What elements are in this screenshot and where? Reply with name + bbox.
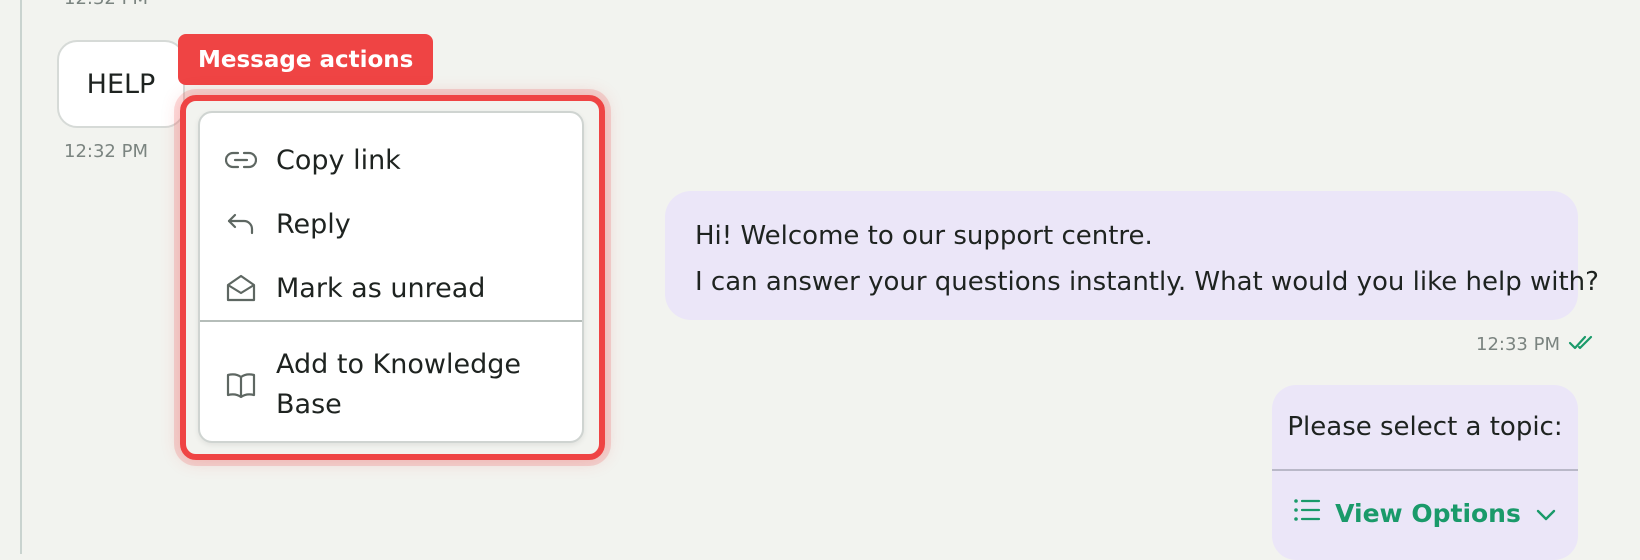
menu-divider (200, 320, 582, 322)
menu-item-copy-link[interactable]: Copy link (200, 130, 582, 190)
menu-item-label: Reply (276, 208, 351, 240)
menu-item-reply[interactable]: Reply (200, 194, 582, 254)
book-icon (224, 368, 258, 402)
message-bubble-topic: Please select a topic: View Options (1272, 385, 1578, 560)
timestamp-row: 12:33 PM (1476, 333, 1596, 356)
view-options-label: View Options (1335, 498, 1521, 528)
message-text: HELP (86, 68, 156, 100)
double-check-icon (1568, 333, 1596, 356)
menu-item-label: Copy link (276, 144, 401, 176)
menu-item-add-knowledge-base[interactable]: Add to Knowledge Base (200, 336, 582, 434)
envelope-open-icon (224, 271, 258, 305)
message-actions-menu: Copy link Reply Mark as unread Add to Kn… (198, 111, 584, 443)
message-text-line: I can answer your questions instantly. W… (695, 267, 1599, 297)
menu-item-label: Add to Knowledge Base (276, 349, 521, 420)
timestamp: 12:33 PM (1476, 334, 1560, 355)
list-icon (1293, 497, 1321, 529)
reply-icon (224, 207, 258, 241)
left-rail (0, 0, 22, 554)
menu-item-mark-unread[interactable]: Mark as unread (200, 258, 582, 318)
timestamp: 12:32 PM (64, 0, 148, 9)
message-text-line: Hi! Welcome to our support centre. (695, 221, 1153, 251)
view-options-button[interactable]: View Options (1272, 471, 1578, 555)
message-bubble-help[interactable]: HELP (57, 40, 185, 128)
topic-prompt: Please select a topic: (1272, 385, 1578, 471)
annotation-label: Message actions (178, 34, 434, 85)
menu-item-label: Mark as unread (276, 272, 486, 304)
timestamp: 12:32 PM (64, 141, 148, 162)
link-icon (224, 143, 258, 177)
chevron-down-icon (1535, 499, 1557, 528)
message-bubble-welcome[interactable]: Hi! Welcome to our support centre. I can… (665, 191, 1599, 320)
